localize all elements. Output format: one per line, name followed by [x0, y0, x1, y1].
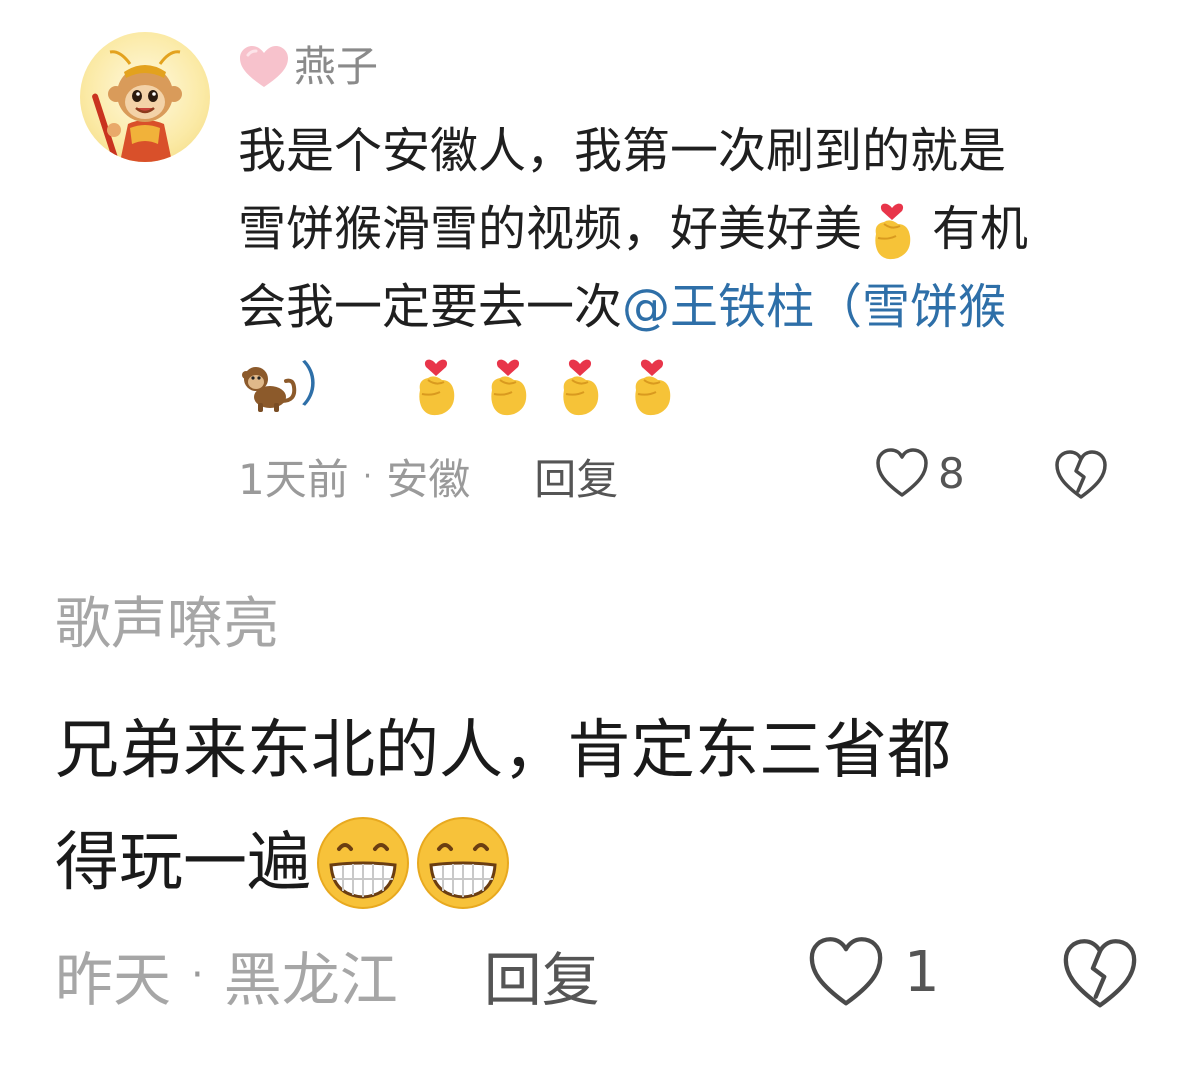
broken-heart-icon[interactable]: [1053, 449, 1109, 501]
comment-line: ）: [238, 346, 1138, 424]
location: 黑龙江: [223, 946, 398, 1014]
finger-heart-emoji-icon: [478, 350, 538, 420]
separator-dot: ·: [191, 952, 204, 998]
heart-outline-icon: [874, 447, 930, 499]
finger-heart-emoji-icon: [406, 350, 466, 420]
comment-text: 得玩一遍: [55, 826, 311, 900]
comment-text: 雪饼猴滑雪的视频，好美好美: [238, 201, 863, 257]
username: 燕子: [294, 42, 379, 91]
timestamp: 1天前: [238, 454, 349, 504]
comment-text: 兄弟来东北的人，肯定东三省都: [55, 714, 951, 788]
mention-link[interactable]: @王铁柱（雪饼猴: [622, 268, 1006, 346]
comment-line: 雪饼猴滑雪的视频，好美好美 有机: [238, 190, 1138, 268]
comment-text: 我是个安徽人，我第一次刷到的就是: [238, 123, 1007, 179]
pink-heart-icon: [240, 46, 288, 87]
comment-item: 燕子 我是个安徽人，我第一次刷到的就是 雪饼猴滑雪的视频，好美好美 有机 会我一…: [0, 0, 1200, 540]
reply-button[interactable]: 回复: [534, 446, 618, 507]
like-button[interactable]: 8: [874, 447, 965, 499]
reply-button[interactable]: 回复: [484, 933, 600, 1017]
monkey-emoji-icon: [238, 357, 300, 413]
comment-line: 我是个安徽人，我第一次刷到的就是: [238, 112, 1138, 190]
comment-body: 兄弟来东北的人，肯定东三省都 得玩一遍: [55, 695, 1155, 919]
comment-line: 会我一定要去一次 @王铁柱（雪饼猴: [238, 268, 1138, 346]
username[interactable]: 歌声嘹亮: [55, 590, 279, 660]
grinning-face-emoji-icon: [315, 815, 411, 911]
separator-dot: ·: [362, 458, 373, 494]
grinning-face-emoji-icon: [415, 815, 511, 911]
finger-heart-emoji-icon: [862, 194, 922, 264]
finger-heart-emoji-icon: [622, 350, 682, 420]
location: 安徽: [386, 454, 471, 504]
finger-heart-emoji-icon: [550, 350, 610, 420]
comment-line: 得玩一遍: [55, 807, 1155, 919]
emoji-group: [406, 350, 682, 420]
comment-text: 会我一定要去一次: [238, 279, 623, 335]
broken-heart-icon[interactable]: [1060, 937, 1140, 1011]
mention-link[interactable]: ）: [300, 346, 348, 424]
comment-line: 兄弟来东北的人，肯定东三省都: [55, 695, 1155, 807]
username-row[interactable]: 燕子: [238, 42, 378, 92]
monkey-king-avatar-icon: [92, 50, 182, 162]
comment-item: 歌声嘹亮 兄弟来东北的人，肯定东三省都 得玩一遍 昨天 · 黑龙江 回复 1: [0, 560, 1200, 1084]
comment-meta: 1天前 · 安徽 回复: [238, 445, 1118, 507]
like-count: 1: [904, 939, 940, 1005]
avatar[interactable]: [80, 32, 210, 162]
like-button[interactable]: 1: [806, 935, 940, 1009]
like-count: 8: [938, 448, 965, 498]
timestamp: 昨天: [55, 946, 172, 1014]
comment-meta: 昨天 · 黑龙江 回复: [55, 935, 1155, 1015]
comment-body: 我是个安徽人，我第一次刷到的就是 雪饼猴滑雪的视频，好美好美 有机 会我一定要去…: [238, 112, 1138, 424]
comment-text: 有机: [932, 201, 1029, 257]
heart-outline-icon: [806, 935, 886, 1009]
